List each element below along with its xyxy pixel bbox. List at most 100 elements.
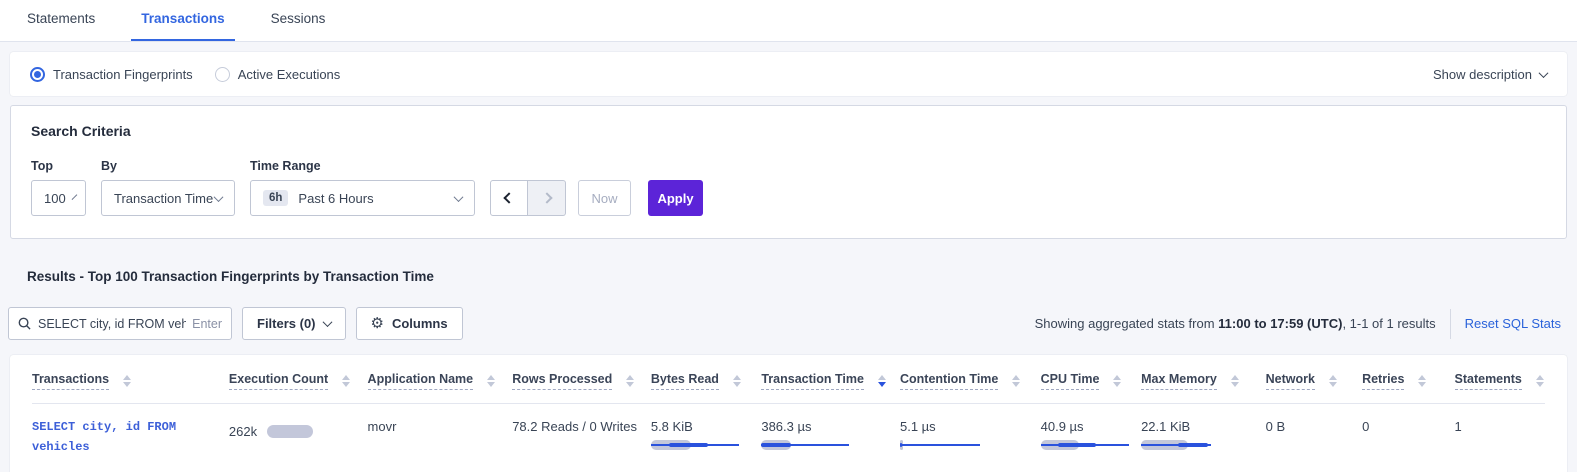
column-header-application_name[interactable]: Application Name: [368, 355, 513, 404]
sort-icon[interactable]: [342, 375, 350, 387]
by-label: By: [101, 159, 235, 173]
cell-statements: 1: [1455, 404, 1546, 472]
sort-icon[interactable]: [1536, 375, 1544, 387]
columns-label: Columns: [392, 316, 448, 331]
cpu_time-value: 40.9 µs: [1041, 419, 1141, 434]
apply-button[interactable]: Apply: [648, 180, 703, 216]
column-header-label: Rows Processed: [512, 372, 612, 390]
sort-icon[interactable]: [123, 375, 131, 387]
page-tabs: Statements Transactions Sessions: [0, 0, 1577, 42]
gear-icon: ⚙: [371, 316, 384, 331]
column-header-query[interactable]: Transactions: [32, 355, 229, 404]
transaction-fingerprint-link[interactable]: SELECT city, id FROM vehicles: [32, 417, 182, 458]
sort-icon[interactable]: [733, 375, 741, 387]
cell-transaction_time: 386.3 µs: [761, 404, 900, 472]
tab-sessions[interactable]: Sessions: [261, 11, 336, 41]
column-header-retries[interactable]: Retries: [1362, 355, 1454, 404]
cell-cpu_time: 40.9 µs: [1041, 404, 1141, 472]
sort-icon[interactable]: [1231, 375, 1239, 387]
show-description-toggle[interactable]: Show description: [1433, 67, 1547, 82]
radio-active-executions[interactable]: Active Executions: [215, 67, 341, 82]
radio-label: Active Executions: [238, 67, 341, 82]
column-header-network[interactable]: Network: [1266, 355, 1362, 404]
cell-bytes_read: 5.8 KiB: [651, 404, 762, 472]
retries-value: 0: [1362, 419, 1454, 434]
filters-label: Filters (0): [257, 316, 316, 331]
column-header-label: Transaction Time: [761, 372, 864, 390]
column-header-label: Transactions: [32, 372, 109, 390]
transactions-table-card: Transactions Execution Count Application N…: [10, 355, 1567, 472]
transactions-table: Transactions Execution Count Application N…: [32, 355, 1545, 472]
top-label: Top: [31, 159, 86, 173]
divider: [1450, 309, 1451, 339]
filters-button[interactable]: Filters (0): [242, 307, 346, 340]
column-header-label: Statements: [1455, 372, 1522, 390]
tab-statements[interactable]: Statements: [17, 11, 105, 41]
chevron-down-icon: [71, 194, 77, 200]
column-header-label: Retries: [1362, 372, 1404, 390]
chevron-down-icon: [454, 192, 464, 202]
reset-sql-stats-link[interactable]: Reset SQL Stats: [1465, 316, 1561, 331]
chevron-right-icon: [541, 192, 552, 203]
radio-label: Transaction Fingerprints: [53, 67, 193, 82]
sort-icon[interactable]: [1418, 375, 1426, 387]
aggregated-stats-note: Showing aggregated stats from 11:00 to 1…: [1035, 316, 1436, 331]
column-header-label: Application Name: [368, 372, 474, 390]
time-range-badge: 6h: [263, 190, 288, 206]
sort-icon[interactable]: [1012, 375, 1020, 387]
chevron-down-icon: [322, 317, 332, 327]
cell-query: SELECT city, id FROM vehicles: [32, 404, 229, 472]
column-header-contention_time[interactable]: Contention Time: [900, 355, 1041, 404]
column-header-bytes_read[interactable]: Bytes Read: [651, 355, 762, 404]
chevron-down-icon: [214, 192, 224, 202]
column-header-cpu_time[interactable]: CPU Time: [1041, 355, 1141, 404]
table-header-row: Transactions Execution Count Application N…: [32, 355, 1545, 404]
rows_processed-value: 78.2 Reads / 0 Writes: [512, 419, 651, 434]
transaction_time-bar-chart: [761, 440, 853, 450]
show-description-label: Show description: [1433, 67, 1532, 82]
sort-icon[interactable]: [487, 375, 495, 387]
column-header-label: CPU Time: [1041, 372, 1100, 390]
sort-icon[interactable]: [626, 375, 634, 387]
radio-selected-icon: [30, 67, 45, 82]
column-header-label: Contention Time: [900, 372, 998, 390]
bytes_read-bar-chart: [651, 440, 743, 450]
time-range-value: Past 6 Hours: [298, 191, 373, 206]
column-header-rows_processed[interactable]: Rows Processed: [512, 355, 651, 404]
top-select[interactable]: 100: [31, 180, 86, 216]
time-prev-button[interactable]: [490, 180, 528, 216]
radio-transaction-fingerprints[interactable]: Transaction Fingerprints: [30, 67, 193, 82]
sort-icon[interactable]: [1113, 375, 1121, 387]
columns-button[interactable]: ⚙ Columns: [356, 307, 463, 340]
column-header-label: Execution Count: [229, 372, 328, 390]
time-range-select[interactable]: 6h Past 6 Hours: [250, 180, 475, 216]
sort-icon[interactable]: [878, 375, 886, 387]
search-enter-hint: Enter: [192, 317, 222, 331]
cell-contention_time: 5.1 µs: [900, 404, 1041, 472]
column-header-max_memory[interactable]: Max Memory: [1141, 355, 1266, 404]
chevron-left-icon: [503, 192, 514, 203]
by-select[interactable]: Transaction Time: [101, 180, 235, 216]
column-header-transaction_time[interactable]: Transaction Time: [761, 355, 900, 404]
results-controls-row: Enter Filters (0) ⚙ Columns Showing aggr…: [8, 307, 1567, 340]
column-header-label: Network: [1266, 372, 1315, 390]
column-header-label: Bytes Read: [651, 372, 719, 390]
application_name-value: movr: [368, 419, 513, 434]
statements-value: 1: [1455, 419, 1546, 434]
time-next-button[interactable]: [528, 180, 566, 216]
transaction_time-value: 386.3 µs: [761, 419, 900, 434]
time-window-arrows: [490, 180, 566, 216]
execution-count-value: 262k: [229, 424, 257, 439]
cpu_time-bar-chart: [1041, 440, 1133, 450]
bytes_read-value: 5.8 KiB: [651, 419, 762, 434]
time-range-control: Time Range 6h Past 6 Hours: [250, 159, 475, 216]
sort-icon[interactable]: [1329, 375, 1337, 387]
column-header-statements[interactable]: Statements: [1455, 355, 1546, 404]
by-control: By Transaction Time: [101, 159, 235, 216]
contention_time-value: 5.1 µs: [900, 419, 1041, 434]
tab-transactions[interactable]: Transactions: [131, 11, 234, 41]
search-input[interactable]: [38, 317, 186, 331]
radio-unselected-icon: [215, 67, 230, 82]
column-header-execution_count[interactable]: Execution Count: [229, 355, 368, 404]
now-button[interactable]: Now: [578, 180, 631, 216]
